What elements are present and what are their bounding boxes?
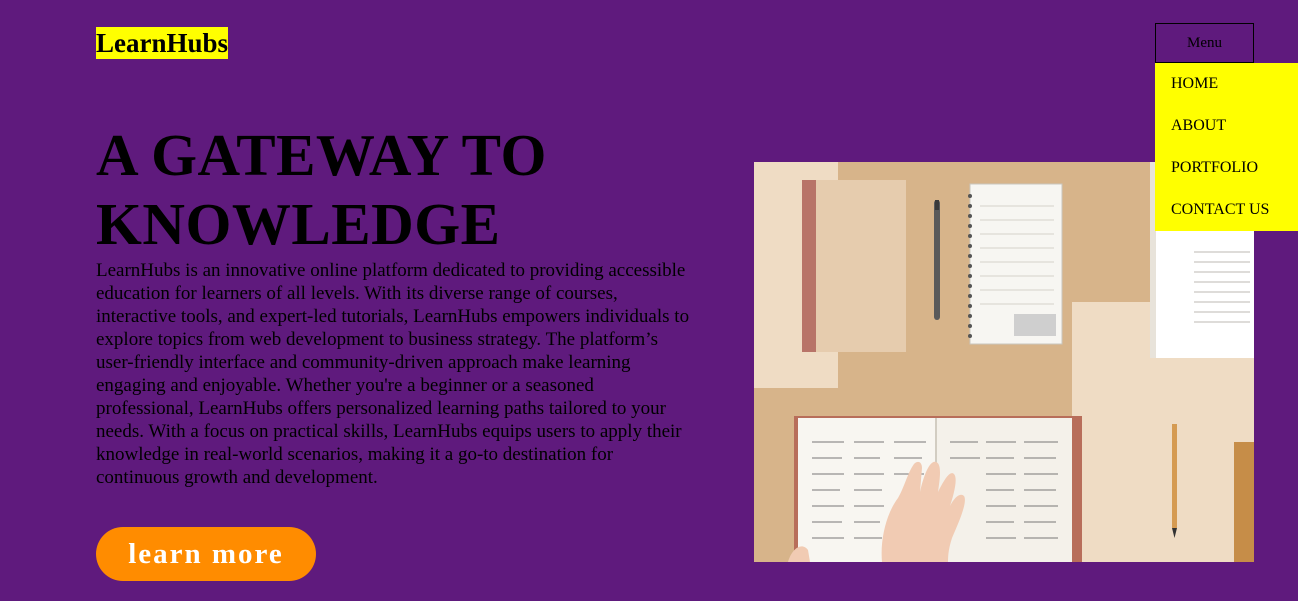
nav-menu: HOME ABOUT PORTFOLIO CONTACT US <box>1155 63 1298 231</box>
hero-title: A GATEWAY TO KNOWLEDGE <box>96 122 547 257</box>
learn-more-button[interactable]: learn more <box>96 527 316 581</box>
hero-description: LearnHubs is an innovative online platfo… <box>96 260 690 488</box>
nav-item-contact-us[interactable]: CONTACT US <box>1155 189 1298 231</box>
nav-item-portfolio[interactable]: PORTFOLIO <box>1155 147 1298 189</box>
nav-item-about[interactable]: ABOUT <box>1155 105 1298 147</box>
nav-item-home[interactable]: HOME <box>1155 63 1298 105</box>
menu-button[interactable]: Menu <box>1155 23 1254 63</box>
site-logo[interactable]: LearnHubs <box>96 27 229 59</box>
